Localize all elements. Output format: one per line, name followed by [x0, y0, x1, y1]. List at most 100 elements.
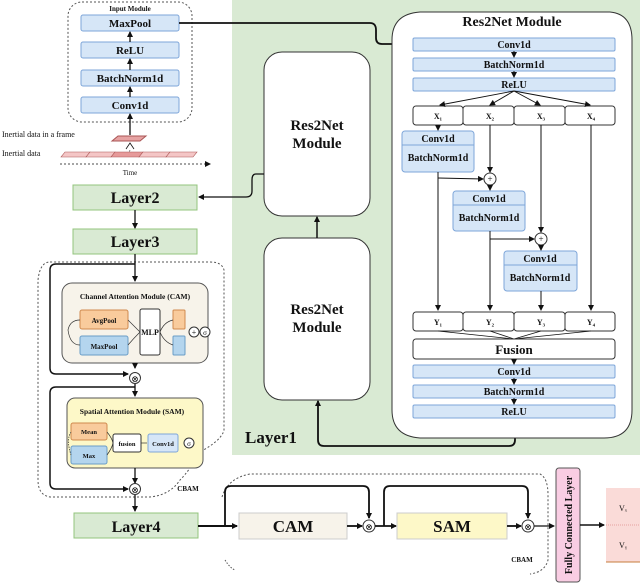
svg-text:BatchNorm1d: BatchNorm1d: [408, 153, 469, 164]
res2net-head-relu: ReLU: [412, 77, 616, 92]
layer3-box: Layer3: [72, 228, 198, 255]
svg-text:Y₃: Y₃: [537, 318, 546, 327]
res2net-tail-conv1d: Conv1d: [412, 364, 616, 379]
data-frame: [110, 135, 148, 142]
svg-text:Conv1d: Conv1d: [152, 441, 174, 448]
svg-text:Res2Net: Res2Net: [290, 118, 343, 134]
cam-out-orange: [172, 309, 186, 330]
svg-text:Y₁: Y₁: [434, 318, 443, 327]
data-label: Inertial data: [2, 149, 41, 158]
cam-out-blue: [172, 335, 186, 356]
svg-text:SAM: SAM: [433, 517, 471, 536]
cam-maxpool: MaxPool: [79, 335, 129, 356]
svg-text:fusion: fusion: [119, 441, 136, 448]
branch2-conv-bn: Conv1d BatchNorm1d: [452, 190, 526, 232]
res2net-head-conv1d: Conv1d: [412, 37, 616, 52]
branch3-conv-bn: Conv1d BatchNorm1d: [503, 250, 578, 292]
svg-text:ReLU: ReLU: [116, 45, 144, 57]
svg-text:X₁: X₁: [434, 112, 443, 121]
res2net-tail-relu: ReLU: [412, 404, 616, 419]
svg-text:Y₄: Y₄: [587, 318, 596, 327]
branch1-conv-bn: Conv1d BatchNorm1d: [401, 130, 475, 173]
output-velocity: Vₓ Vᵧ: [606, 488, 640, 563]
input-conv1d-box: Conv1d: [80, 96, 180, 114]
svg-text:⊗: ⊗: [131, 374, 139, 384]
svg-text:Module: Module: [292, 320, 342, 336]
split-x1: X₁: [412, 105, 464, 126]
svg-text:+: +: [487, 174, 492, 184]
input-module: Input Module MaxPool ReLU BatchNorm1d Co…: [67, 1, 193, 123]
data-strip: [60, 151, 198, 158]
svg-text:Conv1d: Conv1d: [472, 194, 506, 205]
output-vx: Vₓ: [619, 504, 628, 513]
time-label: Time: [123, 169, 138, 177]
svg-text:Conv1d: Conv1d: [497, 40, 531, 51]
output-y1: Y₁: [412, 311, 464, 332]
fusion-box: Fusion: [412, 338, 616, 360]
svg-text:X₂: X₂: [486, 112, 495, 121]
svg-text:Conv1d: Conv1d: [497, 367, 531, 378]
sam-mean: Mean: [70, 422, 108, 441]
svg-text:σ: σ: [203, 329, 207, 337]
svg-text:Spatial Attention Module (SAM): Spatial Attention Module (SAM): [80, 407, 185, 416]
svg-text:MaxPool: MaxPool: [109, 18, 151, 30]
svg-text:BatchNorm1d: BatchNorm1d: [484, 387, 545, 398]
svg-text:Layer2: Layer2: [111, 190, 160, 207]
input-module-title: Input Module: [109, 5, 150, 13]
svg-text:⊗: ⊗: [524, 522, 532, 532]
res2net-block-bottom: Res2Net Module: [263, 237, 371, 401]
input-relu-box: ReLU: [80, 41, 180, 59]
cbam-bottom-label: CBAM: [511, 556, 533, 564]
res2net-block-top: Res2Net Module: [263, 51, 371, 217]
cam-mlp: MLP: [139, 308, 161, 356]
cbam-bottom: CBAM CAM ⊗ SAM ⊗: [198, 473, 555, 575]
svg-text:X₃: X₃: [537, 112, 546, 121]
sam-conv1d: Conv1d: [147, 433, 179, 453]
output-y3: Y₃: [513, 311, 566, 332]
sam-module: Spatial Attention Module (SAM) Mean Max …: [66, 397, 204, 469]
svg-text:Fusion: Fusion: [495, 342, 533, 357]
svg-text:+: +: [538, 234, 543, 244]
output-vy: Vᵧ: [619, 541, 628, 550]
sam-max: Max: [70, 445, 108, 465]
input-batchnorm-box: BatchNorm1d: [80, 69, 180, 87]
svg-text:Layer3: Layer3: [111, 234, 160, 251]
svg-text:BatchNorm1d: BatchNorm1d: [510, 273, 571, 284]
svg-text:Mean: Mean: [81, 429, 97, 436]
svg-text:BatchNorm1d: BatchNorm1d: [97, 73, 164, 85]
split-x3: X₃: [513, 105, 566, 126]
output-y2: Y₂: [462, 311, 515, 332]
svg-text:CAM: CAM: [273, 517, 314, 536]
svg-text:Fully Connected Layer: Fully Connected Layer: [564, 475, 575, 574]
output-y4: Y₄: [564, 311, 616, 332]
res2net-head-batchnorm: BatchNorm1d: [412, 57, 616, 72]
architecture-diagram: Layer1 Input Module MaxPool ReLU BatchNo…: [2, 0, 640, 583]
fully-connected-layer: Fully Connected Layer: [555, 467, 581, 583]
layer2-box: Layer2: [72, 184, 198, 211]
svg-text:Channel Attention Module (CAM): Channel Attention Module (CAM): [80, 292, 191, 301]
svg-text:Conv1d: Conv1d: [421, 134, 455, 145]
svg-text:MLP: MLP: [141, 328, 159, 337]
sam-fusion: fusion: [112, 433, 142, 453]
cam-avgpool: AvgPool: [79, 309, 129, 330]
layer1-label: Layer1: [245, 428, 297, 447]
inertial-data-section: Inertial data in a frame t Inertial data…: [2, 113, 211, 177]
svg-text:Layer4: Layer4: [112, 519, 161, 536]
input-maxpool-box: MaxPool: [80, 14, 180, 32]
layer4-box: Layer4: [73, 512, 199, 539]
svg-text:⊗: ⊗: [365, 522, 373, 532]
svg-text:BatchNorm1d: BatchNorm1d: [484, 60, 545, 71]
svg-text:Max: Max: [83, 453, 96, 460]
res2net-detail: Res2Net Module Conv1d BatchNorm1d ReLU X…: [391, 11, 633, 439]
svg-text:Res2Net: Res2Net: [290, 302, 343, 318]
frame-label: Inertial data in a frame: [2, 130, 75, 139]
svg-text:σ: σ: [187, 440, 191, 448]
split-x4: X₄: [564, 105, 616, 126]
svg-text:⊗: ⊗: [131, 485, 139, 495]
svg-text:Y₂: Y₂: [486, 318, 495, 327]
cbam-detail: CBAM Channel Attention Module (CAM) AvgP…: [37, 254, 225, 512]
svg-text:X₄: X₄: [587, 112, 596, 121]
svg-text:ReLU: ReLU: [501, 80, 527, 91]
svg-text:+: +: [192, 328, 197, 337]
svg-text:AvgPool: AvgPool: [92, 317, 117, 325]
